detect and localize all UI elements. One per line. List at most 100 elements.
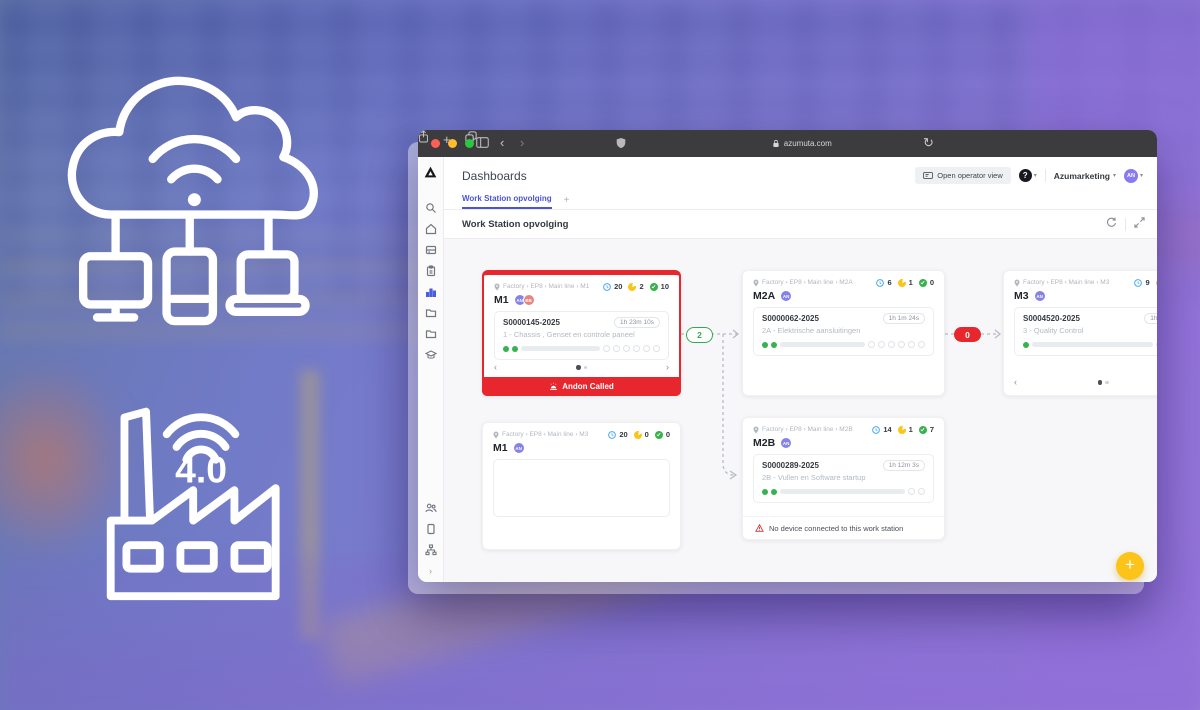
avatar: AN bbox=[780, 290, 792, 302]
location-pin-icon bbox=[753, 426, 759, 434]
workstation-card-m1[interactable]: Factory › EP8 › Main line › M1 20 2 10 bbox=[482, 270, 681, 396]
tab-work-station-opvolging[interactable]: Work Station opvolging bbox=[462, 194, 552, 209]
back-button[interactable]: ‹ bbox=[500, 136, 504, 149]
avatar: BB bbox=[523, 294, 535, 306]
clock-icon bbox=[608, 431, 616, 439]
open-operator-view-button[interactable]: Open operator view bbox=[915, 167, 1010, 184]
connector-count-badge: 2 bbox=[686, 327, 713, 343]
workstation-card-m2a[interactable]: Factory › EP8 › Main line › M2A 6 1 0 bbox=[742, 270, 945, 396]
page-title: Dashboards bbox=[462, 169, 527, 183]
sidebar-teams-icon[interactable] bbox=[418, 497, 443, 518]
sidebar-expand-chevron[interactable]: › bbox=[429, 566, 432, 576]
carousel-prev-button[interactable]: ‹ bbox=[494, 363, 497, 372]
section-bar: Work Station opvolging bbox=[444, 210, 1157, 239]
sidebar-dashboards-icon[interactable] bbox=[418, 281, 443, 302]
order-number: S0000062-2025 bbox=[762, 314, 819, 323]
sidebar-home-icon[interactable] bbox=[418, 218, 443, 239]
privacy-shield-icon[interactable] bbox=[616, 137, 626, 151]
sidebar-search-icon[interactable] bbox=[418, 197, 443, 218]
browser-window: ‹ › azumuta.com ↻ + bbox=[418, 130, 1157, 582]
clock-icon bbox=[876, 279, 884, 287]
forward-button[interactable]: › bbox=[520, 136, 524, 149]
production-order[interactable]: S0000289-2025 1h 12m 3s 2B - Vullen en S… bbox=[753, 454, 934, 503]
sidebar-workflows-icon[interactable] bbox=[418, 539, 443, 560]
production-order[interactable]: S0000145-2025 1h 23m 10s 1 - Chassis , G… bbox=[494, 311, 669, 360]
chevron-down-icon: ▾ bbox=[1140, 172, 1143, 179]
account-menu[interactable]: Azumarketing ▾ bbox=[1054, 171, 1116, 181]
workstation-title: M2A bbox=[753, 290, 775, 302]
andon-called-banner: Andon Called bbox=[482, 377, 681, 396]
alarm-bell-icon bbox=[549, 382, 558, 391]
close-window-button[interactable] bbox=[431, 139, 440, 148]
sidebar-tasks-icon[interactable] bbox=[418, 260, 443, 281]
order-description: 2B - Vullen en Software startup bbox=[762, 473, 925, 482]
order-carousel: ‹ › bbox=[1014, 378, 1157, 387]
card-stats: 20 0 0 bbox=[608, 430, 670, 439]
carousel-prev-button[interactable]: ‹ bbox=[1014, 378, 1017, 387]
progress-circle-icon bbox=[634, 431, 642, 439]
card-stats: 9 1 0 bbox=[1134, 278, 1157, 287]
traffic-lights[interactable] bbox=[431, 139, 474, 148]
sidebar-folder-icon[interactable] bbox=[418, 302, 443, 323]
user-menu[interactable]: AN ▾ bbox=[1124, 169, 1143, 183]
sidebar-training-icon[interactable] bbox=[418, 344, 443, 365]
avatar[interactable]: AN bbox=[1124, 169, 1138, 183]
address-bar[interactable]: azumuta.com bbox=[773, 137, 832, 150]
progress-circle-icon bbox=[898, 426, 906, 434]
share-icon[interactable] bbox=[418, 130, 429, 148]
workstation-title: M1 bbox=[494, 294, 509, 306]
order-progress bbox=[503, 345, 660, 352]
reload-icon[interactable]: ↻ bbox=[923, 136, 934, 149]
zoom-window-button[interactable] bbox=[465, 139, 474, 148]
help-icon[interactable]: ? bbox=[1019, 169, 1032, 182]
production-order[interactable]: S0004520-2025 1h 1m 5s 3 - Quality Contr… bbox=[1014, 307, 1157, 356]
dashboard-tabs: Work Station opvolging + bbox=[444, 189, 1157, 210]
azumuta-logo bbox=[424, 165, 437, 183]
card-stats: 14 1 7 bbox=[872, 425, 934, 434]
sidebar-boards-icon[interactable] bbox=[418, 239, 443, 260]
progress-circle-icon bbox=[898, 279, 906, 287]
progress-circle-icon bbox=[628, 283, 636, 291]
workstation-title: M3 bbox=[1014, 290, 1029, 302]
add-widget-button[interactable]: + bbox=[1116, 552, 1144, 580]
chevron-down-icon: ▾ bbox=[1113, 172, 1116, 179]
cloud-computing-icon bbox=[60, 60, 338, 332]
warning-triangle-icon bbox=[755, 524, 764, 532]
add-tab-button[interactable]: + bbox=[564, 195, 570, 209]
order-duration: 1h 1m 5s bbox=[1144, 313, 1157, 324]
refresh-icon[interactable] bbox=[1106, 215, 1117, 233]
order-progress bbox=[1023, 341, 1157, 348]
operator-display-icon bbox=[923, 172, 933, 180]
check-circle-icon bbox=[650, 283, 658, 291]
workstation-card-m2b[interactable]: Factory › EP8 › Main line › M2B 14 1 7 bbox=[742, 417, 945, 540]
location-pin-icon bbox=[753, 279, 759, 287]
location-pin-icon bbox=[1014, 279, 1020, 287]
workstation-card-m3[interactable]: Factory › EP8 › Main line › M3 9 1 0 bbox=[1003, 270, 1157, 396]
workstation-card-m1-b[interactable]: Factory › EP8 › Main line › M3 20 0 0 bbox=[482, 422, 681, 550]
help-menu[interactable]: ? ▾ bbox=[1019, 169, 1037, 182]
minimize-window-button[interactable] bbox=[448, 139, 457, 148]
order-duration: 1h 23m 10s bbox=[614, 317, 660, 328]
sidebar-folder2-icon[interactable] bbox=[418, 323, 443, 344]
industry-4-0-icon: 4.0 bbox=[95, 386, 311, 612]
location-pin-icon bbox=[494, 283, 500, 291]
order-description: 2A - Elektrische aansluitingen bbox=[762, 326, 925, 335]
progress-circle-icon bbox=[1156, 279, 1157, 287]
industry-4-0-label: 4.0 bbox=[175, 448, 227, 490]
order-number: S0004520-2025 bbox=[1023, 314, 1080, 323]
sidebar-devices-icon[interactable] bbox=[418, 518, 443, 539]
order-description: 3 - Quality Control bbox=[1023, 326, 1157, 335]
order-progress bbox=[762, 488, 925, 495]
card-stats: 20 2 10 bbox=[603, 282, 669, 291]
connector-count-badge: 0 bbox=[954, 327, 981, 342]
empty-order-slot bbox=[493, 459, 670, 517]
carousel-next-button[interactable]: › bbox=[666, 363, 669, 372]
location-pin-icon bbox=[493, 431, 499, 439]
card-breadcrumb: Factory › EP8 › Main line › M2A bbox=[753, 279, 853, 287]
production-order[interactable]: S0000062-2025 1h 1m 24s 2A - Elektrische… bbox=[753, 307, 934, 356]
card-stats: 6 1 0 bbox=[876, 278, 934, 287]
clock-icon bbox=[872, 426, 880, 434]
sidebar-toggle-icon[interactable] bbox=[476, 137, 489, 150]
fullscreen-icon[interactable] bbox=[1134, 215, 1145, 233]
check-circle-icon bbox=[655, 431, 663, 439]
